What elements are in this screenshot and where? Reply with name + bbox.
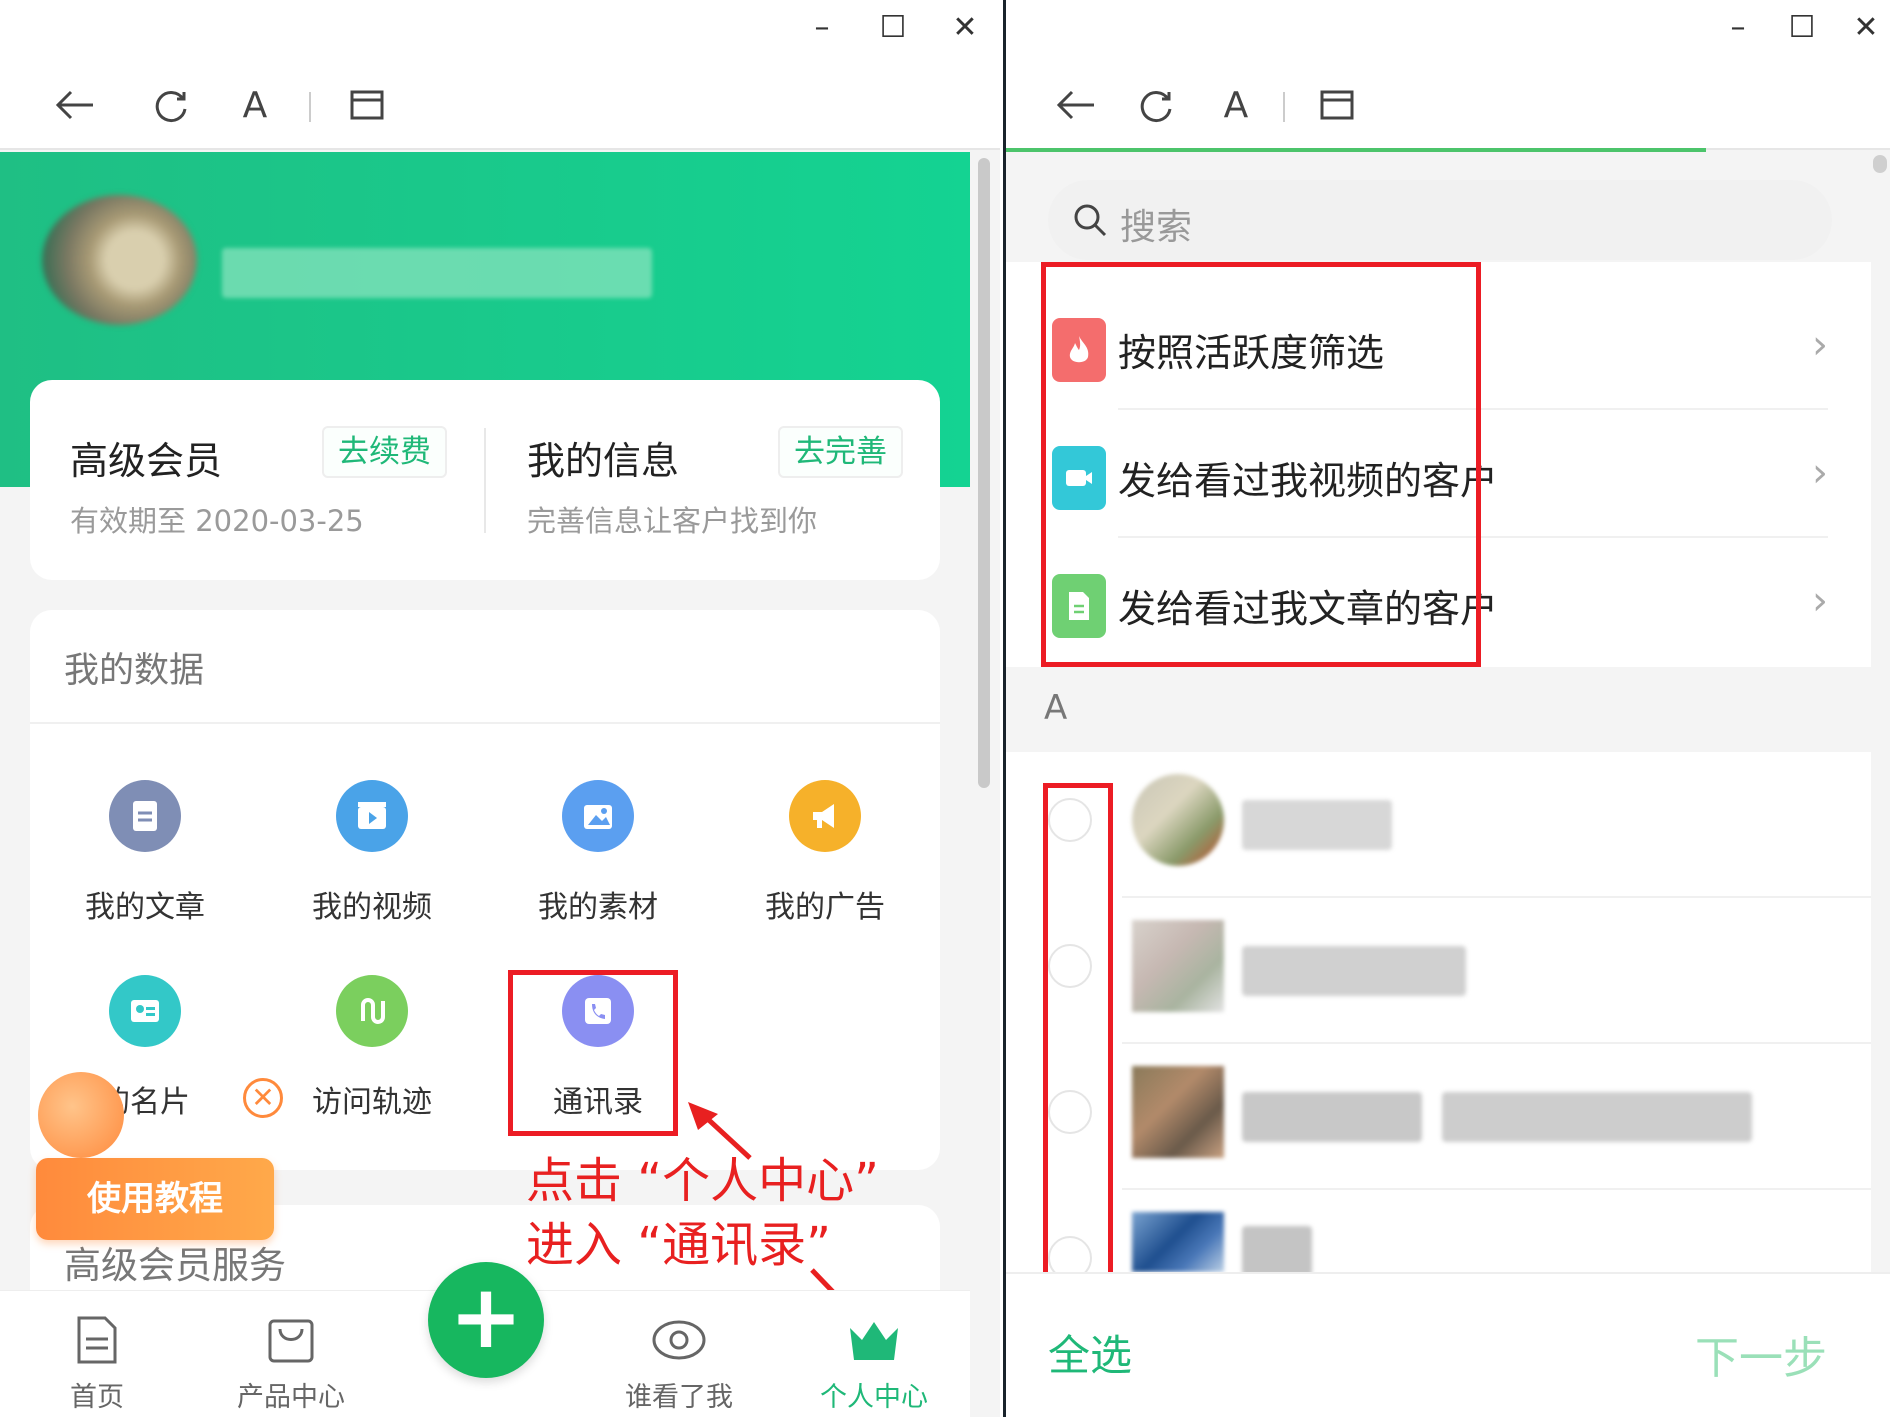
avatar <box>1132 920 1224 1012</box>
tab-label: 个人中心 <box>820 1382 928 1413</box>
my-videos-item[interactable]: 我的视频 <box>272 780 472 926</box>
grid-label: 我的素材 <box>538 890 658 925</box>
chevron-right-icon: › <box>1812 450 1828 496</box>
user-name-blurred <box>222 248 652 298</box>
complete-info-button[interactable]: 去完善 <box>778 426 903 478</box>
title-bar: – ☐ ✕ <box>1006 0 1890 60</box>
scrollbar[interactable] <box>978 158 990 788</box>
contact-name-blurred <box>1242 1226 1312 1276</box>
list-item[interactable] <box>1006 898 1871 1044</box>
membership-card: 高级会员 去续费 有效期至 2020-03-25 我的信息 去完善 完善信息让客… <box>30 380 940 580</box>
grid-label: 我的视频 <box>312 890 432 925</box>
material-icon <box>562 780 634 852</box>
megaphone-icon <box>789 780 861 852</box>
grid-label: 我的文章 <box>85 890 205 925</box>
contacts-highlight-box <box>508 970 678 1136</box>
member-expiry: 有效期至 2020-03-25 <box>70 504 364 538</box>
my-articles-item[interactable]: 我的文章 <box>45 780 245 926</box>
tab-who-viewed[interactable]: 谁看了我 <box>599 1291 759 1417</box>
visit-track-item[interactable]: 访问轨迹 <box>272 975 472 1121</box>
crown-icon <box>794 1309 954 1371</box>
tutorial-button[interactable]: 使用教程 <box>36 1158 274 1240</box>
list-item[interactable] <box>1006 752 1871 898</box>
avatar <box>1132 1066 1224 1158</box>
home-doc-icon <box>17 1309 177 1371</box>
contact-name-blurred <box>1242 1092 1422 1142</box>
track-icon <box>336 975 408 1047</box>
minimize-button[interactable]: – <box>1718 8 1758 48</box>
eye-icon <box>599 1309 759 1371</box>
section-divider <box>30 722 940 724</box>
loading-progress-bar <box>1006 148 1706 152</box>
window-icon[interactable] <box>1312 80 1362 130</box>
toolbar: A <box>0 60 1000 150</box>
toolbar-divider <box>309 92 311 122</box>
refresh-icon[interactable] <box>146 80 196 130</box>
premium-service-title: 高级会员服务 <box>64 1244 286 1287</box>
tab-label: 首页 <box>70 1382 124 1413</box>
grid-label: 访问轨迹 <box>312 1085 432 1120</box>
window-icon[interactable] <box>342 80 392 130</box>
action-bar: 全选 下一步 <box>1006 1272 1890 1417</box>
left-window: – ☐ ✕ A 高级会员 去续费 有效期至 2020-03-25 我的信息 去完… <box>0 0 1000 1417</box>
avatar <box>1132 1212 1224 1272</box>
toolbar: A <box>1006 60 1890 150</box>
bag-icon <box>211 1309 371 1371</box>
chevron-right-icon: › <box>1812 322 1828 368</box>
select-all-button[interactable]: 全选 <box>1048 1322 1132 1383</box>
article-icon <box>109 780 181 852</box>
mascot-icon <box>38 1072 124 1158</box>
toolbar-divider <box>1283 92 1285 122</box>
font-size-button[interactable]: A <box>1211 80 1261 130</box>
right-window: – ☐ ✕ A 搜索 按照活跃度筛选 › 发给看过我视频的客户 › 发给看过我文… <box>1003 0 1890 1417</box>
back-icon[interactable] <box>50 80 100 130</box>
list-item[interactable] <box>1006 1044 1871 1190</box>
refresh-icon[interactable] <box>1131 80 1181 130</box>
checkbox-highlight-box <box>1043 783 1113 1303</box>
filters-highlight-box <box>1041 262 1481 667</box>
tab-label: 谁看了我 <box>625 1382 733 1413</box>
title-bar: – ☐ ✕ <box>0 0 1000 60</box>
close-tutorial-icon[interactable]: ✕ <box>243 1078 283 1118</box>
tab-label: 产品中心 <box>237 1382 345 1413</box>
tab-personal-center[interactable]: 个人中心 <box>794 1291 954 1417</box>
close-button[interactable]: ✕ <box>1846 8 1886 48</box>
minimize-button[interactable]: – <box>802 8 842 48</box>
contact-list <box>1006 752 1871 1280</box>
my-materials-item[interactable]: 我的素材 <box>498 780 698 926</box>
search-placeholder: 搜索 <box>1120 207 1193 248</box>
contact-name-blurred <box>1242 946 1466 996</box>
tab-home[interactable]: 首页 <box>17 1291 177 1417</box>
card-divider <box>484 428 486 533</box>
add-button[interactable]: + <box>428 1262 544 1378</box>
maximize-button[interactable]: ☐ <box>873 8 913 48</box>
tab-products[interactable]: 产品中心 <box>211 1291 371 1417</box>
close-button[interactable]: ✕ <box>945 8 985 48</box>
chevron-right-icon: › <box>1812 578 1828 624</box>
scrollbar[interactable] <box>1873 155 1887 173</box>
search-icon <box>1074 204 1107 237</box>
section-letter: A <box>1044 688 1068 728</box>
my-ads-item[interactable]: 我的广告 <box>725 780 925 926</box>
my-data-card: 我的数据 我的文章 我的视频 我的素材 我的广告 的名片 访问轨迹 通讯录 <box>30 610 940 1170</box>
next-step-button[interactable]: 下一步 <box>1695 1322 1827 1386</box>
maximize-button[interactable]: ☐ <box>1782 8 1822 48</box>
font-size-button[interactable]: A <box>230 80 280 130</box>
grid-label: 我的广告 <box>765 890 885 925</box>
card-icon <box>109 975 181 1047</box>
member-title: 高级会员 <box>70 439 223 483</box>
my-info-title: 我的信息 <box>527 439 680 483</box>
search-bar[interactable]: 搜索 <box>1048 180 1832 260</box>
avatar <box>1132 774 1224 866</box>
my-info-subtitle: 完善信息让客户找到你 <box>527 504 818 538</box>
video-icon <box>336 780 408 852</box>
my-data-title: 我的数据 <box>64 651 205 691</box>
avatar[interactable] <box>42 195 197 325</box>
contact-name-blurred <box>1242 800 1392 850</box>
back-icon[interactable] <box>1051 80 1101 130</box>
renew-button[interactable]: 去续费 <box>322 426 447 478</box>
contact-detail-blurred <box>1442 1092 1752 1142</box>
